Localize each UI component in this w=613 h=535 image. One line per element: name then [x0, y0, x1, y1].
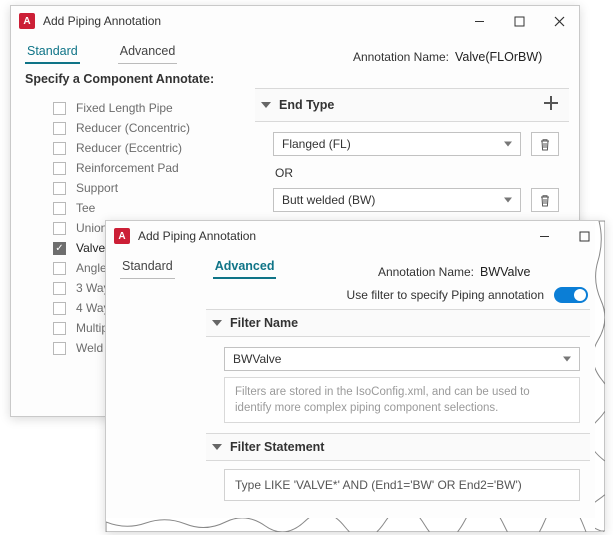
annotation-name-block: Annotation Name: Valve(FLOrBW)	[353, 50, 565, 64]
minimize-button[interactable]	[459, 7, 499, 35]
maximize-button[interactable]	[499, 7, 539, 35]
window-advanced: A Add Piping Annotation Standard Advance…	[105, 220, 605, 532]
tab-standard-front[interactable]: Standard	[120, 255, 175, 279]
annotation-name-value-front[interactable]: BWValve	[480, 265, 590, 279]
window-title-front: Add Piping Annotation	[138, 229, 524, 243]
filter-name-value: BWValve	[233, 352, 281, 366]
window-controls	[459, 7, 579, 35]
end-type-body: Flanged (FL) OR Butt welded (BW)	[255, 122, 569, 224]
filter-name-header[interactable]: Filter Name	[206, 309, 590, 337]
component-label: Tee	[76, 201, 95, 215]
annotation-name-block-front: Annotation Name: BWValve	[378, 265, 590, 279]
end-type-row-1: Flanged (FL)	[273, 132, 559, 156]
delete-end-type-2-button[interactable]	[531, 188, 559, 212]
checkbox[interactable]	[53, 262, 66, 275]
checkbox[interactable]	[53, 142, 66, 155]
tab-advanced-front[interactable]: Advanced	[213, 255, 277, 279]
component-label: Multip	[76, 321, 108, 335]
component-item[interactable]: Reducer (Concentric)	[29, 118, 239, 138]
checkbox[interactable]	[53, 342, 66, 355]
window-title: Add Piping Annotation	[43, 14, 459, 28]
add-end-type-button[interactable]	[539, 95, 563, 115]
or-label: OR	[273, 164, 559, 188]
tab-standard[interactable]: Standard	[25, 40, 80, 64]
checkbox[interactable]	[53, 182, 66, 195]
tab-advanced[interactable]: Advanced	[118, 40, 178, 64]
checkbox[interactable]: ✓	[53, 242, 66, 255]
filter-name-select[interactable]: BWValve	[224, 347, 580, 371]
minimize-button-front[interactable]	[524, 222, 564, 250]
app-icon: A	[114, 228, 130, 244]
filter-statement-heading: Filter Statement	[230, 440, 324, 454]
component-label: Union	[76, 221, 107, 235]
end-type-select-2-value: Butt welded (BW)	[282, 193, 375, 207]
end-type-panel: End Type Flanged (FL) OR Butt welded (BW…	[255, 88, 569, 224]
component-label: Reducer (Eccentric)	[76, 141, 182, 155]
titlebar-front: A Add Piping Annotation	[106, 221, 604, 251]
checkbox[interactable]	[53, 302, 66, 315]
component-label: Weld	[76, 341, 103, 355]
end-type-select-2[interactable]: Butt welded (BW)	[273, 188, 521, 212]
checkbox[interactable]	[53, 122, 66, 135]
tabs-row: Standard Advanced Annotation Name: Valve…	[11, 36, 579, 64]
close-button[interactable]	[539, 7, 579, 35]
component-label: Support	[76, 181, 118, 195]
filter-statement-value: Type LIKE 'VALVE*' AND (End1='BW' OR End…	[235, 478, 522, 492]
checkbox[interactable]	[53, 162, 66, 175]
end-type-heading: End Type	[279, 98, 334, 112]
checkbox[interactable]	[53, 202, 66, 215]
filter-toggle-label: Use filter to specify Piping annotation	[347, 288, 544, 302]
end-type-row-2: Butt welded (BW)	[273, 188, 559, 212]
expand-icon	[261, 102, 271, 108]
component-item[interactable]: Fixed Length Pipe	[29, 98, 239, 118]
annotation-name-label: Annotation Name:	[353, 50, 449, 64]
checkbox[interactable]	[53, 102, 66, 115]
titlebar: A Add Piping Annotation	[11, 6, 579, 36]
annotation-name-value[interactable]: Valve(FLOrBW)	[455, 50, 565, 64]
component-label: Fixed Length Pipe	[76, 101, 173, 115]
component-label: Valve	[76, 241, 105, 255]
component-item[interactable]: Tee	[29, 198, 239, 218]
end-type-header[interactable]: End Type	[255, 88, 569, 122]
expand-icon	[212, 320, 222, 326]
app-icon: A	[19, 13, 35, 29]
component-item[interactable]: Support	[29, 178, 239, 198]
expand-icon	[212, 444, 222, 450]
specify-component-label: Specify a Component Annotate:	[11, 64, 579, 90]
checkbox[interactable]	[53, 322, 66, 335]
filter-area: Filter Name BWValve Filters are stored i…	[106, 309, 604, 501]
filter-toggle-row: Use filter to specify Piping annotation	[106, 279, 604, 309]
tabs-row-front: Standard Advanced Annotation Name: BWVal…	[106, 251, 604, 279]
component-label: Reducer (Concentric)	[76, 121, 190, 135]
end-type-select-1[interactable]: Flanged (FL)	[273, 132, 521, 156]
window-controls-front	[524, 222, 604, 250]
torn-edge-bottom	[106, 518, 604, 532]
component-label: Angle	[76, 261, 107, 275]
filter-help-text: Filters are stored in the IsoConfig.xml,…	[224, 377, 580, 423]
component-item[interactable]: Reducer (Eccentric)	[29, 138, 239, 158]
filter-name-heading: Filter Name	[230, 316, 298, 330]
delete-end-type-1-button[interactable]	[531, 132, 559, 156]
torn-edge-right	[595, 221, 605, 531]
component-label: Reinforcement Pad	[76, 161, 179, 175]
end-type-select-1-value: Flanged (FL)	[282, 137, 351, 151]
component-item[interactable]: Reinforcement Pad	[29, 158, 239, 178]
checkbox[interactable]	[53, 222, 66, 235]
filter-statement-header[interactable]: Filter Statement	[206, 433, 590, 461]
filter-toggle[interactable]	[554, 287, 588, 303]
annotation-name-label-front: Annotation Name:	[378, 265, 474, 279]
filter-statement-input[interactable]: Type LIKE 'VALVE*' AND (End1='BW' OR End…	[224, 469, 580, 501]
checkbox[interactable]	[53, 282, 66, 295]
filter-name-body: BWValve	[206, 337, 590, 371]
